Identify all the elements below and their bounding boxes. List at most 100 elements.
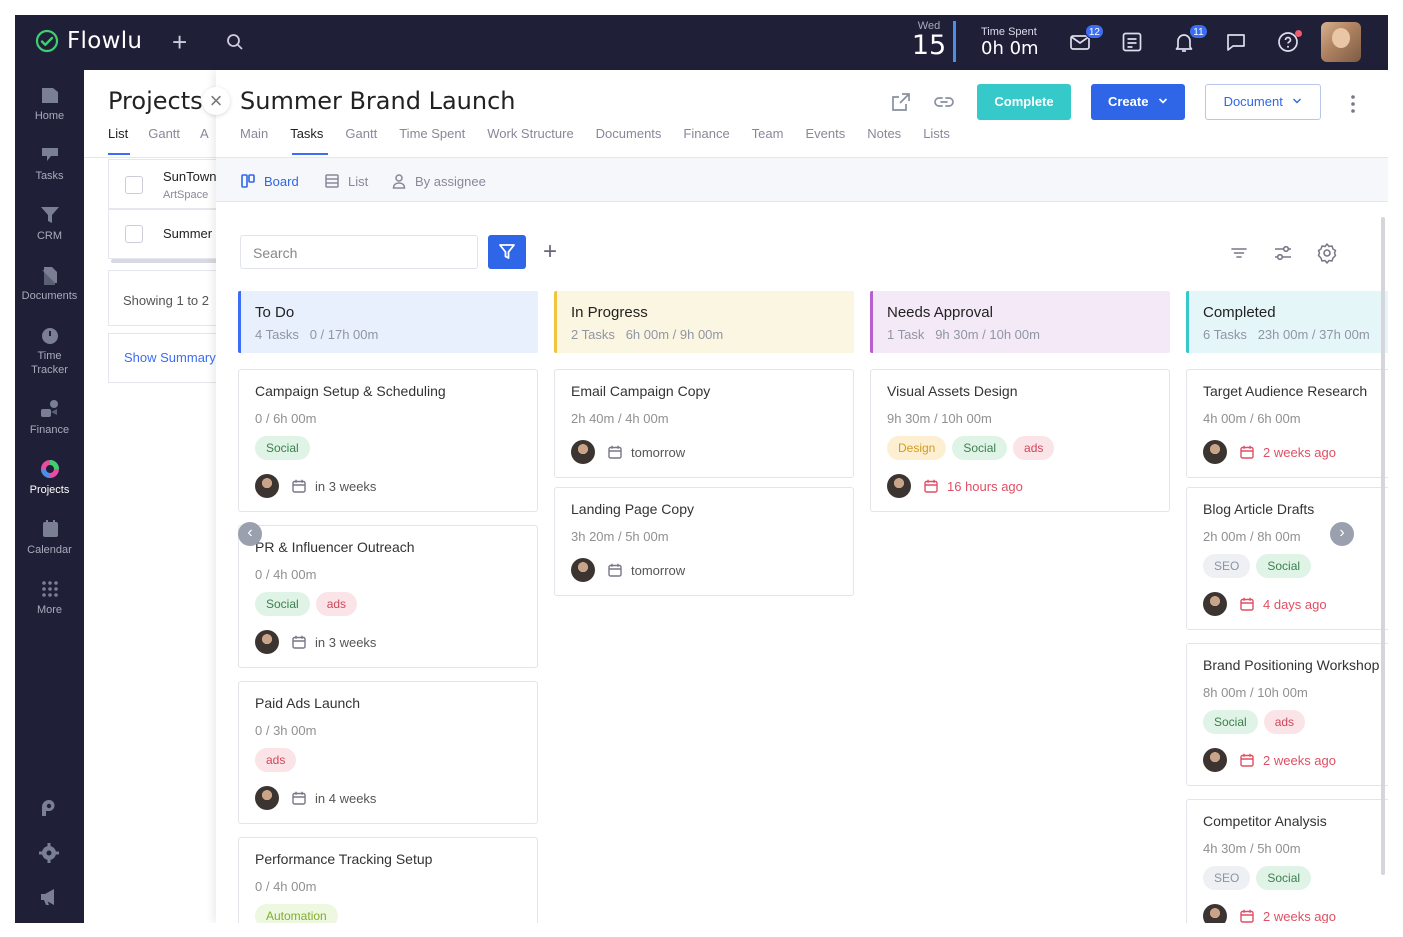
assignee-avatar[interactable] (1203, 748, 1227, 772)
assignee-avatar[interactable] (1203, 904, 1227, 923)
task-card[interactable]: Visual Assets Design 9h 30m / 10h 00m Desi… (870, 369, 1170, 512)
task-title[interactable]: Competitor Analysis (1203, 813, 1388, 829)
horizontal-scrollbar[interactable] (111, 259, 231, 263)
tab-time-spent[interactable]: Time Spent (399, 126, 465, 141)
create-button[interactable]: Create (1091, 84, 1185, 120)
sidebar-item-home[interactable]: Home (15, 84, 84, 123)
sidebar-item-calendar[interactable]: Calendar (15, 518, 84, 557)
close-panel-button[interactable]: × (202, 87, 230, 115)
assignee-avatar[interactable] (571, 558, 595, 582)
add-task-plus-icon[interactable]: + (543, 240, 557, 264)
task-card[interactable]: Competitor Analysis 4h 30m / 5h 00m SEO Soc… (1186, 799, 1388, 923)
task-title[interactable]: Brand Positioning Workshop (1203, 657, 1388, 673)
knowledge-base-icon[interactable] (37, 797, 61, 821)
task-title[interactable]: Paid Ads Launch (255, 695, 521, 711)
view-by-assignee[interactable]: By assignee (391, 173, 486, 189)
open-external-icon[interactable] (890, 91, 912, 113)
project-name[interactable]: Summer (163, 226, 212, 241)
assignee-avatar[interactable] (571, 440, 595, 464)
assignee-avatar[interactable] (1203, 440, 1227, 464)
tab-tasks[interactable]: Tasks (290, 126, 323, 141)
sidebar-item-crm[interactable]: CRM (15, 204, 84, 243)
task-card[interactable]: Landing Page Copy 3h 20m / 5h 00m tomorrow (554, 487, 854, 596)
tab-documents[interactable]: Documents (596, 126, 662, 141)
row-checkbox[interactable] (125, 225, 143, 243)
sidebar-item-more[interactable]: More (15, 578, 84, 617)
sidebar-item-finance[interactable]: Finance (15, 398, 84, 437)
assignee-avatar[interactable] (887, 474, 911, 498)
tag-badge[interactable]: Social (1256, 554, 1312, 578)
assignee-avatar[interactable] (255, 474, 279, 498)
complete-button[interactable]: Complete (977, 84, 1071, 120)
tab-finance[interactable]: Finance (683, 126, 729, 141)
tag-badge[interactable]: Automation (255, 904, 338, 923)
tab-gantt[interactable]: Gantt (148, 126, 180, 141)
sidebar-item-documents[interactable]: Documents (15, 264, 84, 303)
scroll-right-arrow-icon[interactable]: › (1330, 522, 1354, 546)
tag-badge[interactable]: SEO (1203, 554, 1251, 578)
task-card[interactable]: Email Campaign Copy 2h 40m / 4h 00m tomorr… (554, 369, 854, 478)
project-name[interactable]: SunTown (163, 169, 216, 184)
tag-badge[interactable]: Social (952, 436, 1008, 460)
bell-icon[interactable]: 11 (1172, 24, 1208, 54)
tag-badge[interactable]: Social (255, 592, 310, 616)
quick-add-plus-icon[interactable]: + (172, 28, 187, 56)
chat-icon[interactable] (1224, 30, 1248, 54)
sidebar-item-tasks[interactable]: Tasks (15, 144, 84, 183)
row-checkbox[interactable] (125, 176, 143, 194)
tab-list[interactable]: List (108, 126, 128, 141)
tab-notes[interactable]: Notes (867, 126, 901, 141)
column-header[interactable]: To Do 4 Tasks 0 / 17h 00m (238, 291, 538, 353)
task-card[interactable]: Paid Ads Launch 0 / 3h 00m ads in 4 weeks (238, 681, 538, 824)
tab-events[interactable]: Events (805, 126, 845, 141)
task-card[interactable]: Brand Positioning Workshop 8h 00m / 10h 0… (1186, 643, 1388, 786)
task-title[interactable]: Campaign Setup & Scheduling (255, 383, 521, 399)
copy-link-icon[interactable] (933, 91, 955, 113)
tag-badge[interactable]: Social (255, 436, 310, 460)
task-title[interactable]: Email Campaign Copy (571, 383, 837, 399)
user-avatar[interactable] (1321, 22, 1361, 62)
task-title[interactable]: Visual Assets Design (887, 383, 1153, 399)
tag-badge[interactable]: ads (315, 592, 358, 616)
column-header[interactable]: Needs Approval 1 Task 9h 30m / 10h 00m (870, 291, 1170, 353)
tab-lists[interactable]: Lists (923, 126, 950, 141)
filter-button[interactable] (488, 235, 526, 269)
assignee-avatar[interactable] (255, 630, 279, 654)
tab-main[interactable]: Main (240, 126, 268, 141)
tab-gantt[interactable]: Gantt (345, 126, 377, 141)
task-title[interactable]: Blog Article Drafts (1203, 501, 1388, 517)
sidebar-item-projects[interactable]: Projects (15, 458, 84, 497)
tag-badge[interactable]: Social (1256, 866, 1312, 890)
task-title[interactable]: Performance Tracking Setup (255, 851, 521, 867)
task-card[interactable]: Campaign Setup & Scheduling 0 / 6h 00m Soc… (238, 369, 538, 512)
tag-badge[interactable]: ads (1263, 710, 1306, 734)
task-title[interactable]: PR & Influencer Outreach (255, 539, 521, 555)
task-card[interactable]: PR & Influencer Outreach 0 / 4h 00m Social… (238, 525, 538, 668)
vertical-scrollbar[interactable] (1381, 217, 1385, 875)
tag-badge[interactable]: ads (255, 748, 297, 772)
document-button[interactable]: Document (1205, 84, 1321, 120)
task-card[interactable]: Blog Article Drafts 2h 00m / 8h 00m SEO Soc… (1186, 487, 1388, 630)
view-list[interactable]: List (324, 173, 368, 189)
mail-icon[interactable]: 12 (1068, 24, 1104, 54)
tab-team[interactable]: Team (752, 126, 784, 141)
time-spent-widget[interactable]: Time Spent 0h 0m (981, 26, 1039, 59)
task-search-input[interactable]: Search (240, 235, 478, 269)
sidebar-item-time-tracker[interactable]: Time Tracker (15, 324, 84, 377)
column-header[interactable]: In Progress 2 Tasks 6h 00m / 9h 00m (554, 291, 854, 353)
tag-badge[interactable]: Design (887, 436, 947, 460)
task-title[interactable]: Target Audience Research (1203, 383, 1388, 399)
settings-gear-icon[interactable] (37, 841, 61, 865)
task-title[interactable]: Landing Page Copy (571, 501, 837, 517)
column-header[interactable]: Completed 6 Tasks 23h 00m / 37h 00m (1186, 291, 1388, 353)
logo[interactable]: Flowlu (35, 28, 142, 54)
tag-badge[interactable]: Social (1203, 710, 1258, 734)
view-board[interactable]: Board (240, 173, 299, 189)
announcements-megaphone-icon[interactable] (37, 885, 61, 909)
tag-badge[interactable]: ads (1013, 436, 1055, 460)
more-options-icon[interactable] (1345, 94, 1361, 114)
tab-work-structure[interactable]: Work Structure (487, 126, 573, 141)
scroll-left-arrow-icon[interactable]: ‹ (238, 522, 262, 546)
adjust-sliders-icon[interactable] (1272, 242, 1294, 264)
task-card[interactable]: Performance Tracking Setup 0 / 4h 00m Auto… (238, 837, 538, 923)
